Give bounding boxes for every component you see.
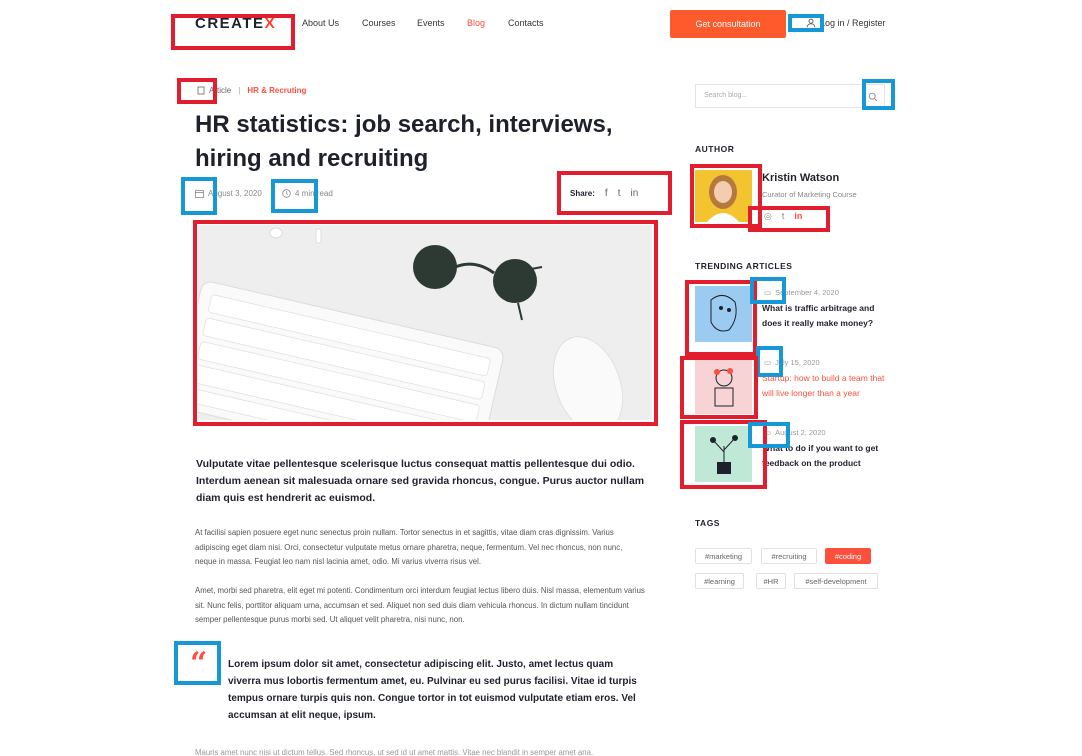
breadcrumb-divider: |	[238, 86, 241, 95]
author-name[interactable]: Kristin Watson	[762, 172, 839, 184]
author-heading: AUTHOR	[695, 144, 735, 154]
annotation-box-calendar	[181, 177, 217, 215]
post-paragraph-1: At facilisi sapien posuere eget nunc sen…	[195, 528, 623, 566]
tag-marketing[interactable]: #marketing	[695, 548, 752, 564]
search-input[interactable]: Search blog...	[695, 84, 885, 108]
get-consultation-button[interactable]: Get consultation	[670, 10, 786, 38]
annotation-box-trend-1	[685, 280, 757, 356]
annotation-box-article-icon	[177, 78, 217, 104]
nav-contacts[interactable]: Contacts	[508, 18, 544, 28]
trending-heading: TRENDING ARTICLES	[695, 261, 793, 271]
tag-recruiting[interactable]: #recruiting	[761, 548, 817, 564]
annotation-box-quote	[174, 641, 221, 685]
annotation-box-clock	[271, 179, 318, 213]
tags-heading: TAGS	[695, 518, 720, 528]
login-label: Log in / Register	[820, 18, 886, 28]
annotation-box-share	[557, 171, 672, 215]
breadcrumb-category[interactable]: HR & Recruting	[247, 86, 306, 95]
annotation-box-hero	[193, 220, 658, 426]
annotation-box-trend-2	[680, 356, 758, 419]
tag-hr[interactable]: #HR	[756, 573, 786, 589]
annotation-box-logo	[171, 14, 295, 50]
tag-self-development[interactable]: #self-development	[794, 573, 878, 589]
post-quote: Lorem ipsum dolor sit amet, consectetur …	[228, 659, 637, 721]
annotation-box-date-1	[750, 277, 786, 304]
annotation-box-search	[862, 79, 895, 110]
post-paragraph-2: Amet, morbi sed pharetra, elit eget mi p…	[195, 586, 645, 624]
nav-events[interactable]: Events	[417, 18, 445, 28]
trending-title-1[interactable]: What is traffic arbitrage and does it re…	[762, 301, 892, 331]
post-paragraph-3: Mauris amet nunc nisi ut dictum tellus. …	[195, 748, 594, 756]
annotation-box-social	[748, 206, 830, 232]
nav-blog[interactable]: Blog	[467, 18, 485, 28]
annotation-box-date-2	[756, 346, 783, 377]
annotation-box-user	[788, 14, 824, 32]
tag-coding[interactable]: #coding	[825, 548, 871, 564]
author-role: Curator of Marketing Course	[762, 190, 857, 199]
annotation-box-date-3	[748, 422, 790, 448]
post-lead: Vulputate vitae pellentesque scelerisque…	[196, 458, 645, 504]
nav-courses[interactable]: Courses	[362, 18, 396, 28]
post-title: HR statistics: job search, interviews, h…	[195, 111, 613, 172]
tag-learning[interactable]: #learning	[695, 573, 744, 589]
nav-about-us[interactable]: About Us	[302, 18, 339, 28]
